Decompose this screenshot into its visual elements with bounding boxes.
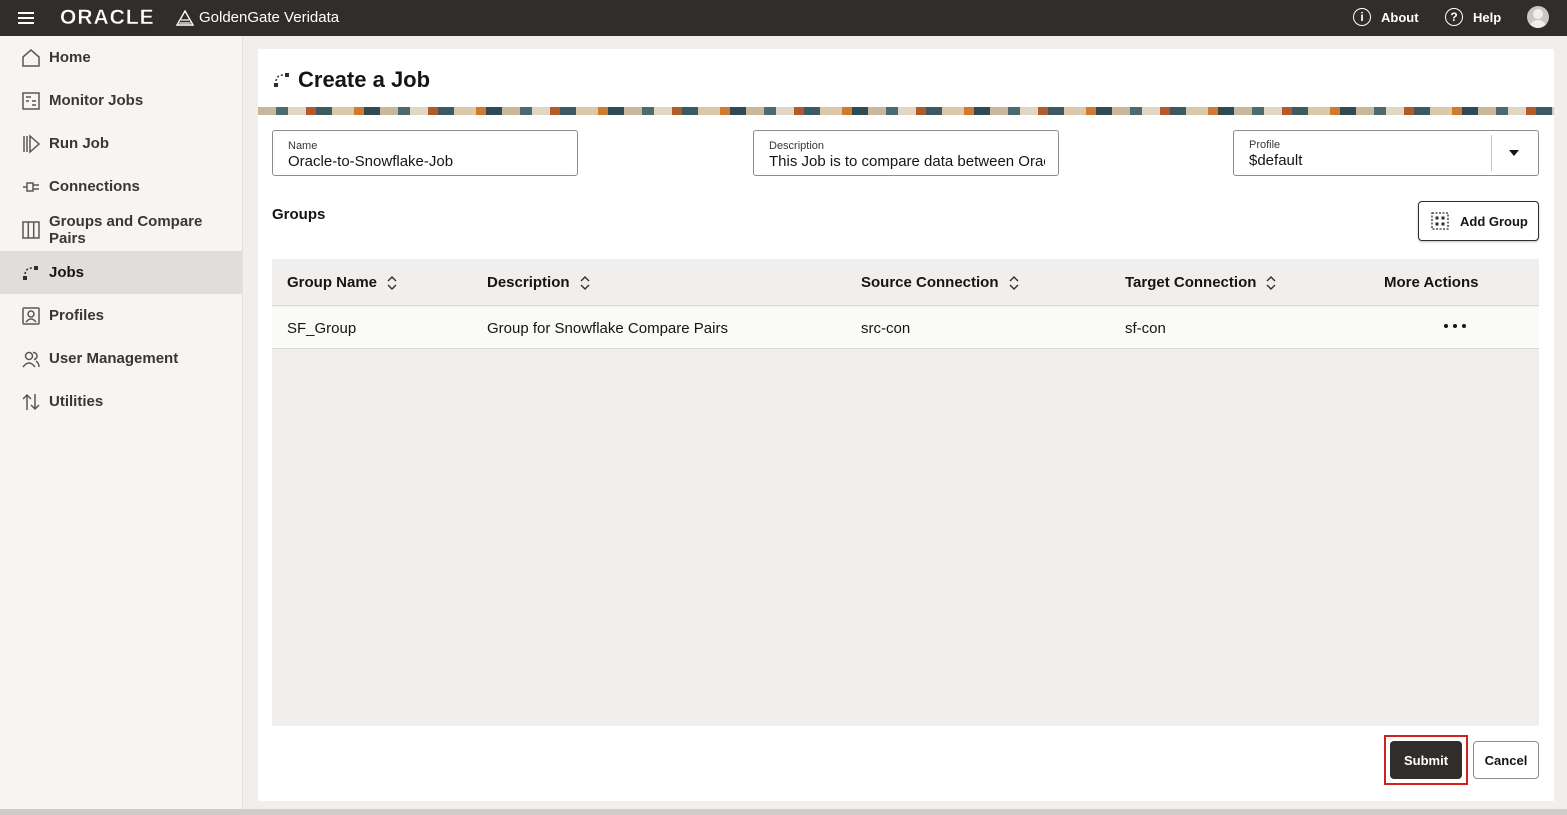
run-job-icon [21,133,41,154]
window-bottom-edge [0,809,1567,815]
column-header-label: Group Name [287,274,378,291]
name-field[interactable]: Name Oracle-to-Snowflake-Job [272,130,578,176]
help-icon: ? [1445,8,1463,26]
column-header-more-actions: More Actions [1384,274,1478,291]
home-icon [21,48,41,68]
column-header-target-connection[interactable]: Target Connection [1125,274,1276,291]
column-header-label: Description [487,274,570,291]
sidebar-item-profiles[interactable]: Profiles [0,294,242,337]
cancel-button[interactable]: Cancel [1473,741,1539,779]
product-name: GoldenGate Veridata [199,9,340,26]
profile-select[interactable]: Profile $default [1233,130,1539,176]
utilities-icon [21,392,41,412]
sidebar-item-jobs[interactable]: Jobs [0,251,242,294]
create-job-panel: Create a Job Name Oracle-to-Snowflake-Jo… [258,49,1554,801]
cell-group-name: SF_Group [287,320,357,337]
sidebar-item-label: User Management [49,350,179,367]
sort-icon [1266,275,1276,290]
sidebar-item-label: Connections [49,178,140,195]
page-title: Create a Job [298,67,431,92]
sort-icon [387,275,397,290]
select-divider [1491,135,1492,171]
description-label: Description [769,140,825,152]
add-group-label: Add Group [1460,213,1528,229]
add-group-button[interactable]: Add Group [1418,201,1539,241]
users-icon [21,349,41,369]
sidebar-item-label: Jobs [49,264,85,281]
sidebar-item-groups[interactable]: Groups and Compare Pairs [0,208,242,251]
sort-icon [580,275,590,290]
sidebar-item-user-management[interactable]: User Management [0,337,242,380]
cell-source-connection: src-con [861,320,911,337]
chevron-down-icon[interactable] [1509,150,1519,156]
profile-label: Profile [1249,139,1281,151]
sort-icon [1009,275,1019,290]
column-header-source-connection[interactable]: Source Connection [861,274,1019,291]
connections-icon [21,177,41,197]
column-header-description[interactable]: Description [487,274,590,291]
goldengate-logo-icon [176,10,194,26]
groups-table: Group Name Description Source Connection… [272,259,1539,726]
column-header-group-name[interactable]: Group Name [287,274,397,291]
submit-highlight: Submit [1384,735,1468,785]
table-row[interactable]: SF_Group Group for Snowflake Compare Pai… [272,307,1539,349]
jobs-icon [21,263,41,283]
description-field[interactable]: Description This Job is to compare data … [753,130,1059,176]
sidebar-item-home[interactable]: Home [0,36,242,79]
jobs-icon [274,73,289,87]
cell-description: Group for Snowflake Compare Pairs [487,320,728,337]
description-value: This Job is to compare data between Orac [769,153,1045,170]
column-header-label: More Actions [1384,274,1479,291]
table-header: Group Name Description Source Connection… [272,259,1539,306]
profiles-icon [21,306,41,326]
name-label: Name [288,140,318,152]
sidebar-item-monitor-jobs[interactable]: Monitor Jobs [0,79,242,122]
sidebar-item-label: Groups and Compare Pairs [49,212,203,247]
cell-target-connection: sf-con [1125,320,1166,337]
help-label: Help [1473,9,1502,25]
sidebar-item-label: Profiles [49,307,105,324]
sidebar-item-connections[interactable]: Connections [0,165,242,208]
groups-icon [21,220,41,240]
sidebar-item-label: Run Job [49,135,109,152]
groups-heading: Groups [272,206,326,223]
column-header-label: Source Connection [861,274,999,291]
decorative-banner [258,107,1554,115]
about-link[interactable]: i About [1353,8,1419,26]
info-icon: i [1353,8,1371,26]
submit-button[interactable]: Submit [1390,741,1462,779]
user-avatar[interactable] [1527,6,1549,28]
sidebar: Home Monitor Jobs Run Job Connections Gr… [0,36,243,815]
column-header-label: Target Connection [1125,274,1257,291]
sidebar-item-label: Utilities [49,393,104,410]
add-group-icon [1431,212,1449,230]
oracle-logo: ORACLE [60,6,155,29]
monitor-jobs-icon [21,91,41,111]
sidebar-item-label: Monitor Jobs [49,92,144,109]
about-label: About [1381,9,1419,25]
sidebar-item-label: Home [49,49,91,66]
profile-value: $default [1249,152,1303,169]
more-actions-icon[interactable] [1444,315,1466,337]
sidebar-item-run-job[interactable]: Run Job [0,122,242,165]
top-bar: ORACLE GoldenGate Veridata i About ? Hel… [0,0,1567,36]
hamburger-menu-icon[interactable] [18,9,34,27]
sidebar-item-utilities[interactable]: Utilities [0,380,242,423]
help-link[interactable]: ? Help [1445,8,1501,26]
name-value: Oracle-to-Snowflake-Job [288,153,454,170]
page-header: Create a Job [272,67,430,93]
